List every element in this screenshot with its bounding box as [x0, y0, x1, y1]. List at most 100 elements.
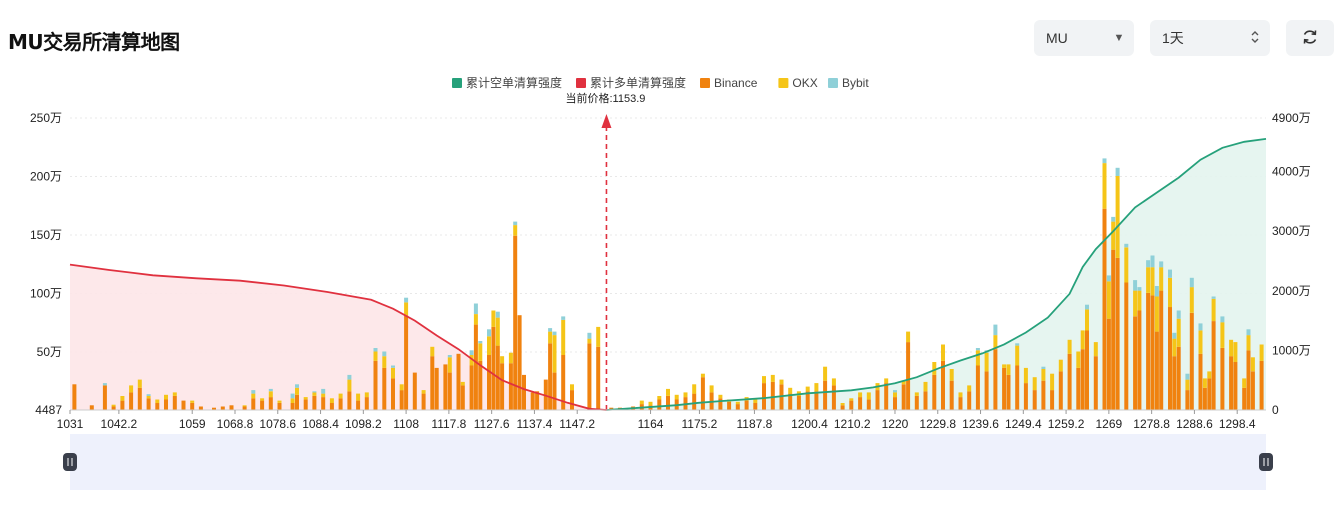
- bar-bybit[interactable]: [321, 388, 326, 394]
- bar-bybit[interactable]: [1198, 323, 1203, 331]
- bar-binance[interactable]: [251, 398, 256, 410]
- bar-okx[interactable]: [111, 404, 116, 407]
- bar-bybit[interactable]: [487, 329, 491, 337]
- bar-binance[interactable]: [229, 405, 234, 410]
- bar-binance[interactable]: [303, 399, 308, 411]
- bar-binance[interactable]: [1067, 353, 1072, 410]
- bar-okx[interactable]: [570, 384, 574, 391]
- bar-binance[interactable]: [434, 367, 439, 410]
- bar-binance[interactable]: [290, 403, 295, 410]
- bar-binance[interactable]: [753, 403, 758, 410]
- legend-swatch[interactable]: [576, 78, 586, 88]
- bar-okx[interactable]: [500, 356, 505, 364]
- bar-binance[interactable]: [111, 406, 116, 411]
- bar-bybit[interactable]: [251, 390, 256, 394]
- bar-okx[interactable]: [155, 399, 160, 404]
- bar-binance[interactable]: [587, 343, 592, 410]
- bar-okx[interactable]: [190, 400, 195, 403]
- bar-binance[interactable]: [89, 405, 94, 410]
- bar-okx[interactable]: [295, 387, 299, 395]
- bar-okx[interactable]: [1102, 163, 1107, 209]
- bar-binance[interactable]: [190, 403, 195, 410]
- bar-binance[interactable]: [548, 343, 553, 410]
- bar-binance[interactable]: [657, 399, 662, 411]
- legend-label[interactable]: OKX: [792, 76, 817, 90]
- bar-binance[interactable]: [1159, 290, 1164, 410]
- bar-okx[interactable]: [692, 384, 697, 394]
- bar-binance[interactable]: [1233, 362, 1238, 410]
- bar-okx[interactable]: [478, 343, 483, 361]
- bar-binance[interactable]: [949, 380, 954, 410]
- bar-bybit[interactable]: [102, 383, 107, 386]
- bar-okx[interactable]: [172, 392, 177, 396]
- bar-okx[interactable]: [312, 392, 317, 396]
- bar-okx[interactable]: [596, 326, 601, 347]
- bar-binance[interactable]: [500, 363, 505, 410]
- bar-bybit[interactable]: [469, 350, 474, 355]
- bar-binance[interactable]: [329, 403, 334, 410]
- bar-binance[interactable]: [906, 342, 911, 410]
- zoom-handle-right[interactable]: [1259, 453, 1273, 471]
- bar-bybit[interactable]: [1211, 296, 1216, 299]
- bar-binance[interactable]: [522, 374, 526, 410]
- bar-binance[interactable]: [421, 393, 426, 410]
- bar-okx[interactable]: [639, 400, 644, 405]
- bar-okx[interactable]: [1233, 342, 1238, 362]
- bar-okx[interactable]: [1250, 357, 1255, 372]
- bar-okx[interactable]: [137, 379, 142, 388]
- bar-okx[interactable]: [513, 225, 518, 236]
- bar-binance[interactable]: [220, 406, 225, 411]
- bar-binance[interactable]: [984, 371, 989, 410]
- bar-okx[interactable]: [1067, 339, 1072, 354]
- bar-okx[interactable]: [823, 366, 828, 381]
- bar-okx[interactable]: [914, 392, 919, 396]
- bar-binance[interactable]: [941, 360, 945, 410]
- bar-bybit[interactable]: [1220, 316, 1225, 323]
- bar-binance[interactable]: [1168, 307, 1172, 410]
- bar-binance[interactable]: [382, 367, 387, 410]
- bar-bybit[interactable]: [1102, 158, 1107, 164]
- bar-bybit[interactable]: [587, 332, 592, 339]
- bar-bybit[interactable]: [312, 391, 317, 393]
- bar-okx[interactable]: [1124, 247, 1129, 283]
- bar-okx[interactable]: [923, 381, 928, 392]
- bar-okx[interactable]: [1211, 298, 1216, 321]
- bar-okx[interactable]: [1150, 267, 1155, 296]
- bar-okx[interactable]: [1002, 364, 1007, 368]
- bar-okx[interactable]: [674, 394, 679, 400]
- bar-binance[interactable]: [1085, 330, 1089, 410]
- bar-okx[interactable]: [1023, 367, 1028, 384]
- bar-okx[interactable]: [941, 344, 945, 361]
- bar-bybit[interactable]: [1041, 366, 1046, 369]
- bar-binance[interactable]: [1242, 387, 1247, 410]
- bar-binance[interactable]: [875, 390, 880, 410]
- bar-okx[interactable]: [788, 387, 793, 394]
- bar-binance[interactable]: [508, 363, 513, 410]
- bar-binance[interactable]: [404, 315, 409, 410]
- bar-binance[interactable]: [735, 404, 740, 410]
- bar-okx[interactable]: [391, 367, 395, 379]
- bar-bybit[interactable]: [1172, 332, 1177, 339]
- bar-binance[interactable]: [993, 349, 998, 410]
- bar-binance[interactable]: [412, 372, 417, 410]
- bar-bybit[interactable]: [1168, 269, 1172, 278]
- bar-binance[interactable]: [1115, 257, 1120, 410]
- bar-binance[interactable]: [975, 365, 980, 411]
- bar-okx[interactable]: [1154, 296, 1159, 332]
- bar-bybit[interactable]: [893, 390, 897, 393]
- bar-okx[interactable]: [814, 383, 819, 392]
- bar-okx[interactable]: [487, 336, 491, 355]
- bar-bybit[interactable]: [548, 328, 553, 332]
- bar-okx[interactable]: [858, 392, 863, 398]
- bar-binance[interactable]: [530, 392, 535, 410]
- bar-bybit[interactable]: [404, 297, 409, 303]
- bar-okx[interactable]: [1168, 277, 1172, 308]
- bar-binance[interactable]: [570, 390, 574, 410]
- bar-okx[interactable]: [666, 388, 670, 396]
- bar-binance[interactable]: [1076, 367, 1081, 410]
- bar-okx[interactable]: [1015, 345, 1020, 366]
- bar-bybit[interactable]: [347, 374, 352, 380]
- bar-okx[interactable]: [1106, 281, 1111, 319]
- bar-okx[interactable]: [1006, 364, 1011, 375]
- zoom-range-area[interactable]: [70, 434, 1266, 490]
